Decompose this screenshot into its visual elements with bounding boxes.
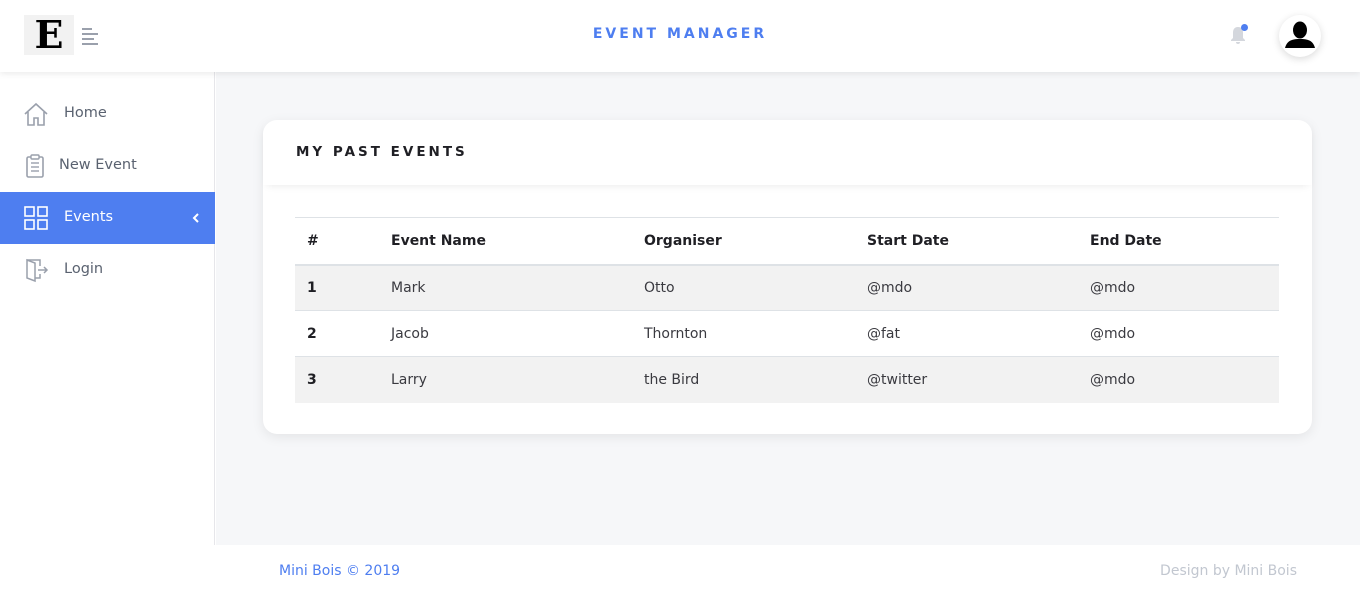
chevron-left-icon xyxy=(192,213,199,223)
table-row: 2 Jacob Thornton @fat @mdo xyxy=(295,311,1279,357)
table-row: 3 Larry the Bird @twitter @mdo xyxy=(295,356,1279,403)
copyright-text: Mini Bois © 2019 xyxy=(279,563,401,579)
table-cell: @fat xyxy=(867,325,900,342)
sidebar-item-label: Events xyxy=(64,209,114,225)
table-cell: @twitter xyxy=(867,371,928,388)
past-events-card: MY PAST EVENTS # Event Name Organiser St… xyxy=(263,120,1312,434)
column-header: Organiser xyxy=(644,232,722,249)
footer: Mini Bois © 2019 Design by Mini Bois xyxy=(0,545,1360,598)
card-header: MY PAST EVENTS xyxy=(263,120,1312,185)
sidebar-item-label: Login xyxy=(64,261,104,277)
table-cell: @mdo xyxy=(1090,325,1136,342)
table-header-row: # Event Name Organiser Start Date End Da… xyxy=(295,217,1279,265)
bell-icon[interactable] xyxy=(1229,24,1249,46)
table-cell: 1 xyxy=(307,279,317,296)
top-bar: E EVENT MANAGER xyxy=(0,0,1360,72)
card-title: MY PAST EVENTS xyxy=(296,144,468,160)
design-credit: Design by Mini Bois xyxy=(1160,563,1297,579)
table-cell: Larry xyxy=(391,371,427,388)
grid-icon xyxy=(24,206,48,230)
sidebar-item-new-event[interactable]: New Event xyxy=(0,140,215,192)
app-logo[interactable]: E xyxy=(24,15,74,55)
sidebar: Home New Event Events Login xyxy=(0,72,215,545)
hamburger-icon[interactable] xyxy=(82,28,98,45)
table-cell: @mdo xyxy=(1090,371,1136,388)
events-table: # Event Name Organiser Start Date End Da… xyxy=(295,217,1279,403)
login-icon xyxy=(26,258,49,283)
app-title: EVENT MANAGER xyxy=(592,26,768,42)
column-header: Event Name xyxy=(391,232,486,249)
table-cell: the Bird xyxy=(644,371,700,388)
sidebar-item-login[interactable]: Login xyxy=(0,244,215,296)
table-cell: @mdo xyxy=(867,279,913,296)
table-cell: Thornton xyxy=(644,325,708,342)
table-cell: Mark xyxy=(391,279,426,296)
table-cell: Jacob xyxy=(391,325,429,342)
column-header: Start Date xyxy=(867,232,949,249)
notification-dot xyxy=(1241,24,1248,31)
table-cell: @mdo xyxy=(1090,279,1136,296)
table-row: 1 Mark Otto @mdo @mdo xyxy=(295,264,1279,311)
table-cell: 2 xyxy=(307,325,317,342)
home-icon xyxy=(24,102,48,126)
user-avatar[interactable] xyxy=(1279,15,1321,57)
user-icon xyxy=(1285,21,1315,48)
clipboard-icon xyxy=(26,154,44,178)
table-cell: 3 xyxy=(307,371,317,388)
sidebar-item-home[interactable]: Home xyxy=(0,88,215,140)
column-header: End Date xyxy=(1090,232,1162,249)
sidebar-item-events[interactable]: Events xyxy=(0,192,215,244)
sidebar-item-label: Home xyxy=(64,105,107,121)
column-header: # xyxy=(307,232,319,249)
sidebar-item-label: New Event xyxy=(59,157,137,173)
table-cell: Otto xyxy=(644,279,675,296)
